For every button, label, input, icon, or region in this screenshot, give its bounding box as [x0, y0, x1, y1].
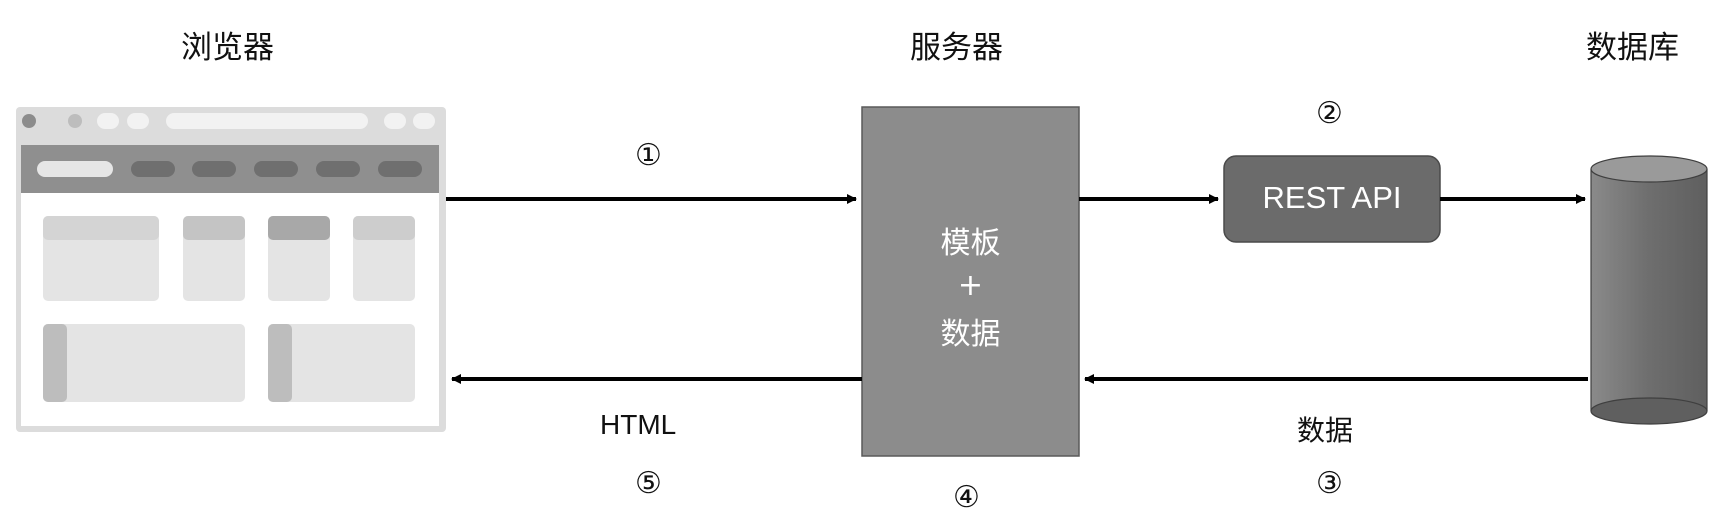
browser-heading: 浏览器 — [181, 30, 274, 66]
content-card — [183, 216, 245, 301]
window-dot-icon — [68, 114, 82, 128]
step-5-marker: ⑤ — [635, 466, 662, 501]
content-panel — [268, 324, 415, 402]
data-label: 数据 — [940, 317, 1001, 352]
browser-window-illustration — [16, 107, 446, 432]
html-label: HTML — [600, 409, 677, 440]
window-dot-icon — [22, 114, 36, 128]
database-heading: 数据库 — [1586, 30, 1679, 66]
server-box-text: 模板 + 数据 — [862, 218, 1079, 353]
content-card — [353, 216, 415, 301]
step-2-marker: ② — [1316, 96, 1343, 131]
content-card — [268, 216, 330, 301]
step-4-marker: ④ — [953, 480, 980, 515]
step-3-marker: ③ — [1316, 466, 1343, 501]
rest-api-label: REST API — [1262, 180, 1402, 215]
content-card — [43, 216, 159, 301]
address-bar — [166, 113, 368, 129]
content-panel — [43, 324, 245, 402]
template-label: 模板 — [940, 226, 1001, 261]
plus-label: + — [957, 268, 984, 303]
server-heading: 服务器 — [910, 30, 1003, 66]
database-cylinder-icon — [1590, 155, 1708, 425]
db-return-label: 数据 — [1297, 414, 1354, 447]
step-1-marker: ① — [635, 138, 662, 173]
